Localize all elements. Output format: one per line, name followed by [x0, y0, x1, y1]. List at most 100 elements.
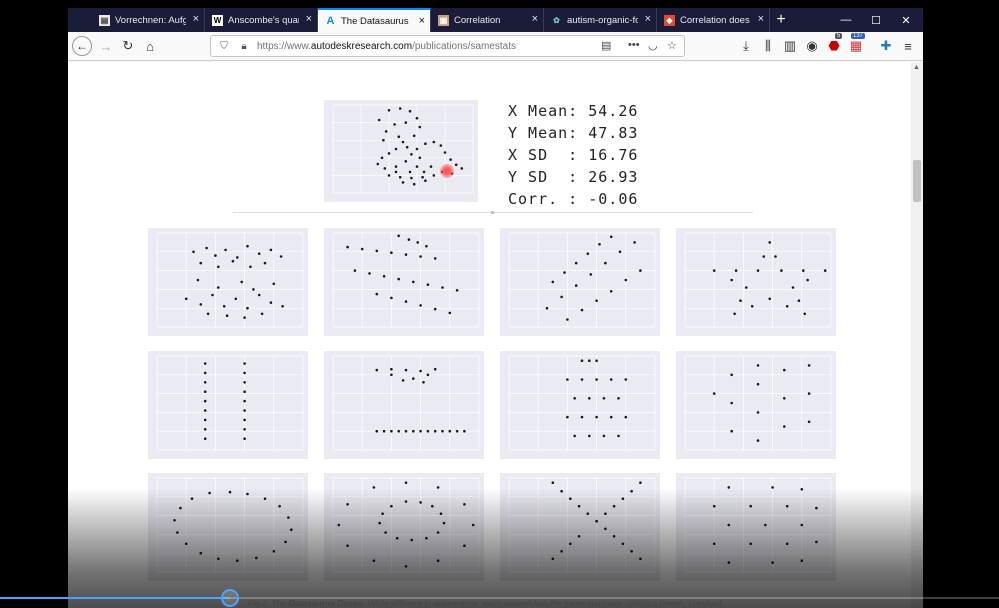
lock-icon[interactable]: 🔒︎: [237, 41, 251, 52]
data-point: [243, 390, 246, 393]
data-point: [580, 378, 584, 381]
menu-icon[interactable]: ≡: [898, 36, 918, 56]
adblock-icon[interactable]: ⬣ 5: [824, 33, 844, 56]
data-point: [234, 297, 238, 301]
close-icon[interactable]: ×: [758, 13, 764, 25]
mouse-pointer-highlight: [440, 164, 454, 178]
back-button[interactable]: ←: [72, 36, 92, 56]
data-point: [595, 415, 598, 419]
data-point: [360, 247, 364, 251]
data-point: [441, 286, 444, 289]
data-point: [419, 369, 422, 373]
url-text[interactable]: https://www.autodeskresearch.com/publica…: [257, 41, 516, 52]
data-point: [390, 296, 393, 300]
data-point: [448, 311, 452, 315]
data-point: [375, 249, 379, 253]
data-point: [730, 278, 733, 282]
data-point: [383, 167, 387, 170]
pocket-save-icon[interactable]: ◡: [648, 39, 658, 52]
shield-icon[interactable]: ⛉: [217, 41, 231, 52]
tab-autism[interactable]: ✿ autism-organic-foo ×: [544, 8, 657, 32]
data-point: [412, 134, 416, 138]
window-close-icon[interactable]: ✕: [891, 8, 921, 32]
account-icon[interactable]: ◉: [802, 36, 822, 56]
data-point: [574, 284, 578, 287]
section-divider: [233, 211, 753, 214]
stat-y-mean: Y Mean: 47.83: [508, 124, 639, 142]
data-point: [398, 107, 402, 110]
dozen-plot-h_lines: [324, 228, 484, 336]
data-point: [433, 429, 437, 433]
downloads-icon[interactable]: ⤓: [736, 36, 756, 56]
data-point: [408, 109, 412, 113]
data-point: [712, 269, 716, 272]
data-point: [380, 156, 384, 160]
data-point: [433, 367, 437, 371]
data-point: [730, 373, 733, 377]
dino-scatter: [332, 104, 474, 194]
data-point: [802, 269, 805, 272]
close-icon[interactable]: ×: [193, 13, 199, 25]
maximize-icon[interactable]: ☐: [861, 8, 891, 32]
data-point: [807, 420, 811, 424]
data-point: [415, 165, 419, 168]
forward-button[interactable]: →: [96, 36, 116, 56]
data-point: [203, 418, 207, 422]
data-point: [236, 256, 239, 259]
dozen-plot-v_lines: [500, 228, 660, 336]
data-point: [422, 170, 426, 174]
minimize-icon[interactable]: —: [831, 8, 861, 32]
reload-button[interactable]: ↻: [118, 36, 138, 56]
more-actions-icon[interactable]: •••: [628, 39, 640, 51]
data-point: [433, 307, 437, 311]
data-point: [439, 144, 443, 147]
data-point: [390, 429, 393, 433]
tab-strip: ▤ Vorrechnen: Aufgabena × W Anscombe's q…: [68, 8, 923, 32]
data-point: [639, 269, 642, 272]
data-point: [243, 409, 246, 412]
data-point: [432, 140, 436, 144]
data-point: [203, 362, 207, 365]
data-point: [421, 175, 424, 179]
data-point: [398, 175, 402, 179]
data-point: [419, 255, 422, 258]
data-point: [184, 297, 188, 301]
data-point: [225, 314, 229, 317]
tab-correlation-does-not[interactable]: ◆ Correlation does no ×: [657, 8, 770, 32]
data-point: [279, 255, 283, 258]
data-point: [617, 397, 620, 400]
sidebar-icon[interactable]: ▥: [780, 36, 800, 56]
data-point: [730, 429, 733, 433]
plot-area: [509, 356, 655, 450]
reader-view-icon[interactable]: ▤: [601, 39, 611, 52]
tab-datasaurus[interactable]: A The Datasaurus Doz ×: [318, 8, 431, 32]
close-icon[interactable]: ×: [306, 13, 312, 25]
data-point: [368, 272, 371, 275]
tab-correlation[interactable]: ▣ Correlation ×: [431, 8, 544, 32]
close-icon[interactable]: ×: [419, 15, 425, 27]
extension-counter-icon[interactable]: ▦ 137: [846, 33, 866, 56]
scroll-up-icon[interactable]: ▲: [913, 64, 920, 71]
home-button[interactable]: ⌂: [140, 36, 160, 56]
data-point: [566, 415, 569, 419]
data-point: [375, 429, 379, 433]
extensions-icon[interactable]: ✚: [876, 36, 896, 56]
tab-vorrechnen[interactable]: ▤ Vorrechnen: Aufgabena ×: [92, 8, 205, 32]
close-icon[interactable]: ×: [532, 13, 538, 25]
video-progress-bar[interactable]: [0, 589, 999, 607]
pocket-icon: ◆: [664, 14, 675, 26]
autodesk-icon: A: [326, 15, 335, 27]
data-point: [455, 289, 459, 292]
new-tab-button[interactable]: +: [770, 8, 792, 32]
data-point: [404, 429, 408, 433]
video-progress-knob[interactable]: [220, 589, 239, 607]
url-bar[interactable]: ⛉ 🔒︎ https://www.autodeskresearch.com/pu…: [210, 35, 685, 57]
close-icon[interactable]: ×: [645, 13, 651, 25]
data-point: [390, 251, 393, 254]
data-point: [405, 145, 409, 149]
tab-anscombe[interactable]: W Anscombe's quarte ×: [205, 8, 318, 32]
bookmark-star-icon[interactable]: ☆: [667, 39, 677, 52]
data-point: [418, 125, 422, 129]
library-icon[interactable]: ⫼: [758, 36, 778, 56]
scrollbar-thumb[interactable]: [913, 160, 921, 202]
